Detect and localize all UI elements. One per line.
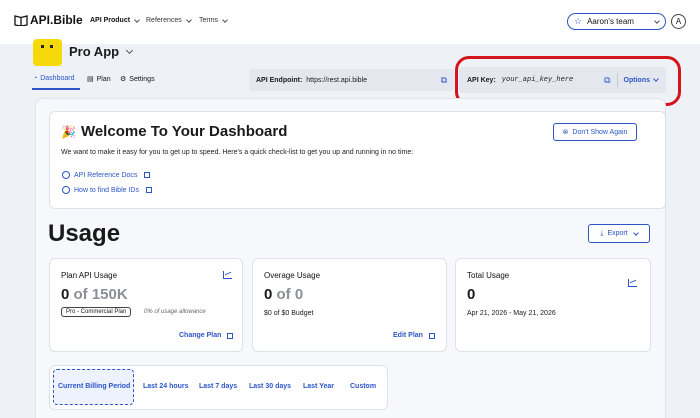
plan-usage-value: 0 of 150K xyxy=(61,286,128,303)
value: 0 xyxy=(61,286,70,303)
nav-label: API Product xyxy=(90,17,131,24)
chevron-down-icon xyxy=(134,16,140,23)
active-tab-indicator xyxy=(32,88,80,90)
close-circle-icon: ⊗ xyxy=(562,129,569,136)
tab-label: Plan xyxy=(96,75,111,83)
api-endpoint-box: API Endpoint: https://rest.api.bible ⧉ xyxy=(249,69,454,91)
usage-note: 0% of usage allowance xyxy=(144,309,206,315)
overage-value: 0 of 0 xyxy=(264,286,303,303)
export-button[interactable]: ⤓ Export xyxy=(588,224,650,243)
avatar[interactable]: A xyxy=(671,14,686,29)
external-link-icon xyxy=(145,187,152,193)
tab-settings[interactable]: ⚙ Settings xyxy=(120,75,155,84)
value: 0 xyxy=(264,286,273,303)
period-last-year[interactable]: Last Year xyxy=(303,383,334,390)
total-value: 0 xyxy=(467,286,476,303)
checklist-label[interactable]: How to find Bible IDs xyxy=(74,187,139,194)
logo-text: API.Bible xyxy=(30,13,83,27)
chart-icon[interactable] xyxy=(223,271,232,279)
welcome-text: We want to make it easy for you to get u… xyxy=(61,149,414,156)
dont-show-again-button[interactable]: ⊗ Don't Show Again xyxy=(553,123,637,141)
tab-dashboard[interactable]: ◔ Dashboard xyxy=(33,75,74,82)
copy-icon[interactable]: ⧉ xyxy=(441,75,447,86)
link-label: Edit Plan xyxy=(393,332,423,339)
external-link-icon xyxy=(144,172,151,178)
book-icon xyxy=(14,15,28,26)
card-title: Overage Usage xyxy=(264,271,321,280)
chart-icon[interactable] xyxy=(628,279,637,287)
edit-plan-link[interactable]: Edit Plan xyxy=(393,332,435,339)
team-selector[interactable]: ☆ Aaron's team xyxy=(567,13,666,30)
gear-icon: ⚙ xyxy=(120,76,127,83)
tab-label: Dashboard xyxy=(40,75,75,82)
star-icon: ☆ xyxy=(574,16,583,26)
period-custom[interactable]: Custom xyxy=(350,383,376,390)
endpoint-value[interactable]: https://rest.api.bible xyxy=(306,77,367,84)
team-label: Aaron's team xyxy=(587,17,634,26)
value-total: of 150K xyxy=(73,286,128,303)
link-label: Change Plan xyxy=(179,332,222,339)
app-title[interactable]: Pro App xyxy=(69,44,134,59)
party-icon: 🎉 xyxy=(61,124,76,139)
card-title: Total Usage xyxy=(467,271,510,280)
tab-label: Settings xyxy=(129,75,155,83)
button-label: Export xyxy=(607,230,628,237)
chevron-down-icon xyxy=(654,17,660,24)
chevron-down-icon xyxy=(185,16,192,23)
nav-label: References xyxy=(146,17,182,24)
checklist-item[interactable]: How to find Bible IDs xyxy=(62,186,152,194)
budget-text: $0 of $0 Budget xyxy=(264,310,314,317)
button-label: Don't Show Again xyxy=(572,128,628,136)
endpoint-label: API Endpoint: xyxy=(256,76,303,84)
period-last-30-days[interactable]: Last 30 days xyxy=(249,383,291,390)
download-icon: ⤓ xyxy=(600,229,604,237)
nav-terms[interactable]: Terms xyxy=(199,16,228,24)
chevron-down-icon xyxy=(222,16,228,23)
period-current-billing[interactable]: Current Billing Period xyxy=(58,383,130,390)
card-title: Plan API Usage xyxy=(61,271,118,280)
nav-references[interactable]: References xyxy=(146,16,192,24)
date-range: Apr 21, 2026 - May 21, 2026 xyxy=(467,310,556,317)
checklist-label[interactable]: API Reference Docs xyxy=(74,172,137,179)
period-last-7-days[interactable]: Last 7 days xyxy=(199,383,237,390)
app-title-text: Pro App xyxy=(69,44,120,59)
external-link-icon xyxy=(227,332,234,339)
welcome-title-text: Welcome To Your Dashboard xyxy=(80,123,288,140)
chevron-down-icon xyxy=(632,229,639,236)
plan-badge: Pro - Commercial Plan xyxy=(61,307,132,317)
usage-heading: Usage xyxy=(48,220,121,247)
change-plan-link[interactable]: Change Plan xyxy=(179,332,234,339)
logo[interactable]: API.Bible xyxy=(14,13,83,27)
gauge-icon: ◔ xyxy=(33,75,38,82)
checkbox-circle[interactable] xyxy=(62,171,70,179)
app-icon xyxy=(33,39,62,66)
clipboard-icon: ▤ xyxy=(87,76,94,83)
checklist-item[interactable]: API Reference Docs xyxy=(62,171,151,179)
period-last-24-hours[interactable]: Last 24 hours xyxy=(143,383,189,390)
checkbox-circle[interactable] xyxy=(62,186,70,194)
external-link-icon xyxy=(428,332,435,339)
nav-api-product[interactable]: API Product xyxy=(90,16,140,24)
nav-label: Terms xyxy=(199,17,219,24)
tab-plan[interactable]: ▤ Plan xyxy=(87,75,111,84)
value-total: of 0 xyxy=(276,286,304,303)
chevron-down-icon xyxy=(126,46,134,55)
welcome-title: 🎉 Welcome To Your Dashboard xyxy=(61,123,287,140)
